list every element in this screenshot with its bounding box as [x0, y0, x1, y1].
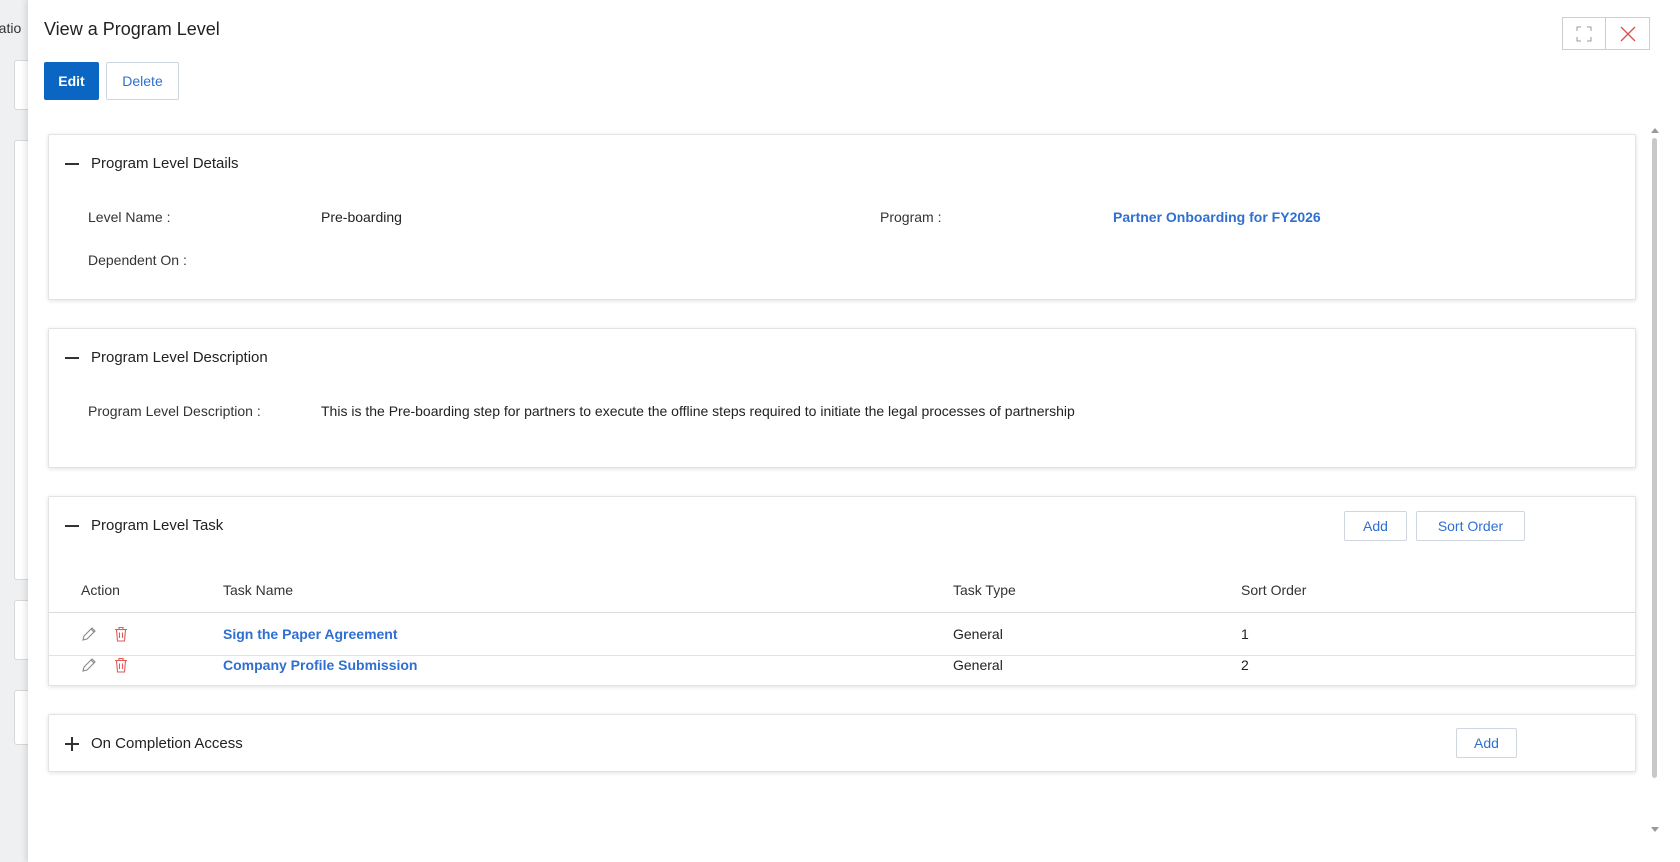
background-partial-text: ratio	[0, 20, 22, 36]
vertical-scrollbar[interactable]	[1650, 128, 1660, 832]
sort-order-button[interactable]: Sort Order	[1416, 511, 1525, 541]
task-name-link[interactable]: Company Profile Submission	[223, 657, 417, 673]
task-type-cell: General	[953, 657, 1003, 673]
background-app: ratio	[0, 0, 30, 862]
window-controls	[1562, 17, 1650, 50]
description-label: Program Level Description :	[88, 403, 261, 419]
scroll-up-arrow[interactable]	[1651, 128, 1659, 133]
task-table-header: Action Task Name Task Type Sort Order	[49, 567, 1635, 613]
add-access-button[interactable]: Add	[1456, 728, 1517, 758]
pencil-icon[interactable]	[80, 625, 98, 643]
trash-icon[interactable]	[112, 625, 130, 643]
table-row: Company Profile Submission General 2	[49, 644, 1635, 687]
completion-header: On Completion Access	[65, 735, 243, 752]
description-title: Program Level Description	[91, 349, 268, 366]
maximize-icon	[1576, 26, 1592, 41]
column-action: Action	[81, 582, 120, 598]
program-level-task-card: Program Level Task Add Sort Order Action…	[48, 496, 1636, 686]
on-completion-access-card: On Completion Access Add	[48, 714, 1636, 772]
scrollbar-thumb[interactable]	[1652, 138, 1657, 778]
close-icon	[1620, 26, 1635, 41]
details-header: Program Level Details	[65, 155, 239, 172]
tasks-title: Program Level Task	[91, 517, 224, 534]
modal-title: View a Program Level	[44, 19, 220, 39]
program-level-description-card: Program Level Description Program Level …	[48, 328, 1636, 468]
description-value: This is the Pre-boarding step for partne…	[321, 403, 1075, 419]
column-sort-order: Sort Order	[1241, 582, 1307, 598]
view-program-level-modal: View a Program Level Edit Delete Program…	[28, 0, 1680, 862]
sort-order-cell: 1	[1241, 626, 1249, 642]
level-name-label: Level Name :	[88, 209, 171, 225]
edit-button[interactable]: Edit	[44, 62, 99, 100]
description-header: Program Level Description	[65, 349, 268, 366]
scroll-down-arrow[interactable]	[1651, 827, 1659, 832]
collapse-icon[interactable]	[65, 351, 79, 365]
tasks-header: Program Level Task	[65, 517, 223, 534]
program-label: Program :	[880, 209, 942, 225]
details-title: Program Level Details	[91, 155, 239, 172]
column-task-type: Task Type	[953, 582, 1016, 598]
maximize-button[interactable]	[1562, 17, 1606, 50]
collapse-icon[interactable]	[65, 157, 79, 171]
task-name-link[interactable]: Sign the Paper Agreement	[223, 626, 398, 642]
task-type-cell: General	[953, 626, 1003, 642]
pencil-icon[interactable]	[80, 656, 98, 674]
dependent-on-label: Dependent On :	[88, 252, 187, 268]
delete-button[interactable]: Delete	[106, 62, 179, 100]
completion-title: On Completion Access	[91, 735, 243, 752]
program-level-details-card: Program Level Details Level Name : Pre-b…	[48, 134, 1636, 300]
column-task-name: Task Name	[223, 582, 294, 598]
trash-icon[interactable]	[112, 656, 130, 674]
add-task-button[interactable]: Add	[1344, 511, 1407, 541]
sort-order-cell: 2	[1241, 657, 1249, 673]
close-button[interactable]	[1606, 17, 1650, 50]
level-name-value: Pre-boarding	[321, 209, 402, 225]
collapse-icon[interactable]	[65, 519, 79, 533]
expand-icon[interactable]	[65, 736, 79, 751]
program-link[interactable]: Partner Onboarding for FY2026	[1113, 209, 1321, 225]
